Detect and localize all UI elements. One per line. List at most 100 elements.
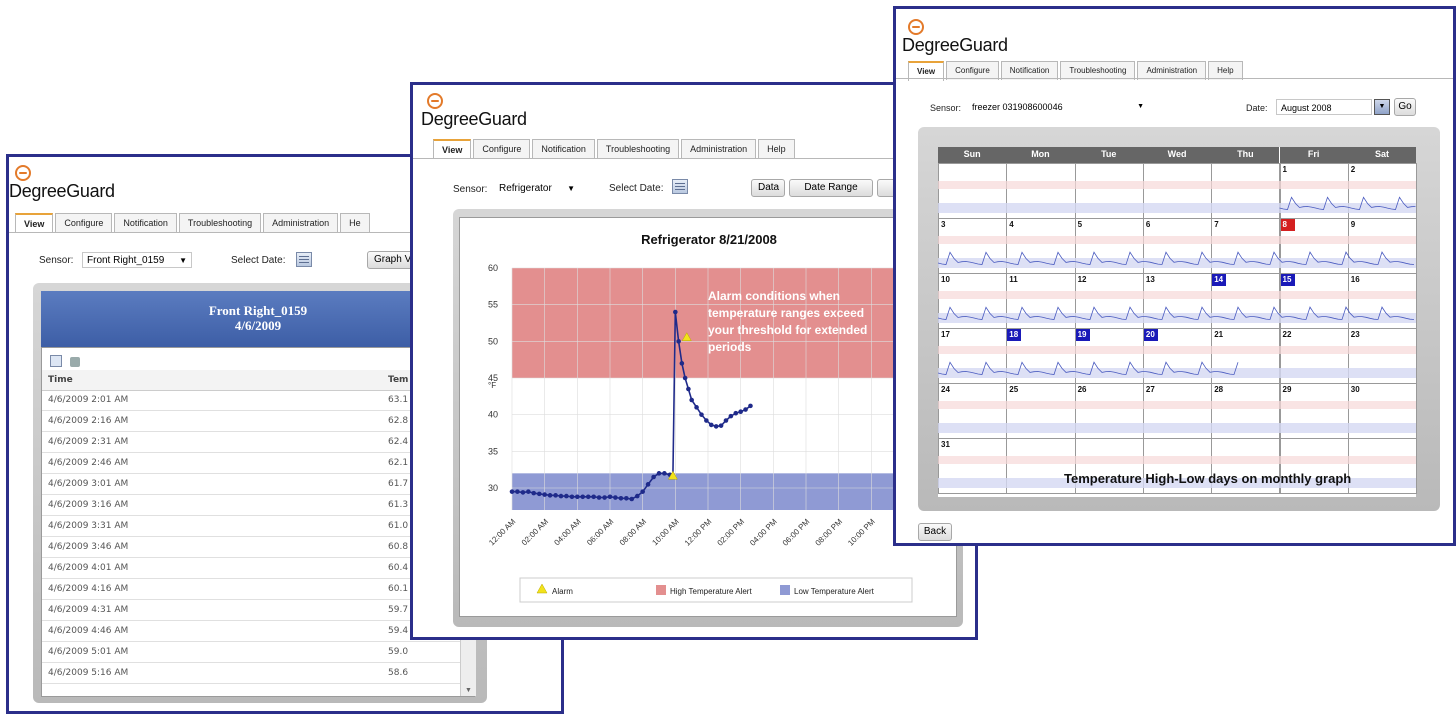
x-tick-label: 12:00 PM [683, 517, 714, 548]
data-point [738, 409, 743, 415]
row-time: 4/6/2009 5:01 AM [48, 647, 129, 657]
data-point [694, 405, 699, 410]
data-point [634, 493, 640, 499]
table-row[interactable]: 4/6/2009 2:31 AM 62.4 [42, 432, 460, 453]
x-tick-label: 08:00 PM [813, 517, 844, 548]
sensor-select[interactable]: freezer 031908600046 ▼ [968, 99, 1146, 115]
high-band [938, 236, 1416, 244]
sensor-select[interactable]: Refrigerator ▼ [495, 181, 577, 197]
row-temp: 63.1 [388, 395, 409, 405]
table-row[interactable]: 4/6/2009 2:16 AM 62.8 [42, 411, 460, 432]
export-icon[interactable] [50, 355, 62, 367]
x-tick-label: 04:00 PM [748, 517, 779, 548]
temperature-chart: Refrigerator 8/21/20083035404550556012:0… [487, 232, 913, 603]
data-point [596, 495, 602, 500]
legend-high-label: High Temperature Alert [670, 587, 752, 596]
table-row[interactable]: 4/6/2009 4:46 AM 59.4 [42, 621, 460, 642]
data-point [624, 495, 629, 501]
table-row[interactable]: 4/6/2009 2:46 AM 62.1 [42, 453, 460, 474]
annotation-text: Alarm conditions when [708, 289, 840, 303]
sensor-select[interactable]: Front Right_0159 ▼ [82, 252, 192, 268]
data-button[interactable]: Data [751, 179, 785, 197]
tab-administration[interactable]: Administration [263, 213, 339, 232]
tab-troubleshooting[interactable]: Troubleshooting [596, 139, 680, 158]
x-tick-label: 10:00 PM [846, 517, 877, 548]
row-temp: 59.7 [388, 605, 409, 615]
data-point [748, 403, 753, 409]
tab-administration[interactable]: Administration [681, 139, 757, 158]
data-point [723, 418, 729, 423]
scroll-down-icon[interactable]: ▼ [465, 687, 472, 694]
legend-alarm-label: Alarm [552, 587, 573, 596]
row-time: 4/6/2009 4:01 AM [48, 563, 129, 573]
y-tick-label: 30 [488, 483, 498, 493]
select-date-label: Select Date: [231, 255, 286, 266]
table-row[interactable]: 4/6/2009 2:01 AM 63.1 [42, 390, 460, 411]
chevron-down-icon: ▼ [567, 184, 575, 193]
data-point [575, 494, 580, 500]
col-time-header[interactable]: Time [48, 370, 73, 390]
tab-configure[interactable]: Configure [55, 213, 113, 232]
degreeguard-logo-icon [15, 165, 31, 181]
go-button[interactable]: Go [1394, 98, 1416, 116]
calendar-icon[interactable] [672, 179, 688, 194]
col-temp-header[interactable]: Tem [388, 370, 408, 390]
table-row[interactable]: 4/6/2009 5:16 AM 58.6 [42, 663, 460, 684]
calendar-icon[interactable] [296, 252, 312, 267]
data-point [536, 491, 542, 497]
toolbar [50, 354, 81, 368]
tab-notification[interactable]: Notification [532, 139, 595, 158]
tab-help[interactable]: Help [758, 139, 795, 158]
sensor-select-value: freezer 031908600046 [972, 102, 1063, 112]
row-temp: 59.0 [388, 647, 409, 657]
table-row[interactable]: 4/6/2009 3:31 AM 61.0 [42, 516, 460, 537]
month-dropdown-icon[interactable]: ▼ [1374, 99, 1390, 115]
row-time: 4/6/2009 2:46 AM [48, 458, 129, 468]
data-point [547, 493, 553, 498]
table-row[interactable]: 4/6/2009 3:46 AM 60.8 [42, 537, 460, 558]
date-range-button[interactable]: Date Range [789, 179, 873, 197]
table-row[interactable]: 4/6/2009 4:16 AM 60.1 [42, 579, 460, 600]
table-row[interactable]: 4/6/2009 5:01 AM 59.0 [42, 642, 460, 663]
tab-view[interactable]: View [433, 139, 472, 159]
data-point [676, 339, 681, 344]
chart-title: Refrigerator 8/21/2008 [641, 232, 777, 247]
calendar-panel: Sun Mon Tue Wed Thu Fri Sat 1 2 3 4 5 6 7 8 9 10 11 12 13 14… [918, 127, 1440, 511]
x-tick-label: 02:00 AM [520, 517, 551, 548]
data-point [645, 482, 651, 487]
data-point [569, 494, 575, 500]
table-row[interactable]: 4/6/2009 4:31 AM 59.7 [42, 600, 460, 621]
high-band [938, 456, 1416, 464]
data-point [728, 413, 734, 419]
select-date-label: Select Date: [609, 183, 664, 194]
row-temp: 58.6 [388, 668, 409, 678]
table-row[interactable]: 4/6/2009 3:01 AM 61.7 [42, 474, 460, 495]
month-select[interactable]: August 2008 [1276, 99, 1372, 115]
data-point [531, 490, 537, 496]
data-point [618, 495, 624, 501]
data-point [591, 494, 596, 500]
print-icon[interactable] [70, 357, 81, 367]
row-time: 4/6/2009 3:31 AM [48, 521, 129, 531]
brand-logo: DegreeGuard [9, 165, 115, 202]
back-button[interactable]: Back [918, 523, 952, 541]
data-point [718, 423, 724, 428]
row-temp: 62.4 [388, 437, 409, 447]
table-row[interactable]: 4/6/2009 3:16 AM 61.3 [42, 495, 460, 516]
tab-help[interactable]: He [340, 213, 370, 232]
tab-configure[interactable]: Configure [473, 139, 531, 158]
tab-view[interactable]: View [15, 213, 54, 233]
tab-notification[interactable]: Notification [114, 213, 177, 232]
y-tick-label: 40 [488, 410, 498, 420]
row-time: 4/6/2009 2:01 AM [48, 395, 129, 405]
data-point [679, 361, 685, 366]
tab-troubleshooting[interactable]: Troubleshooting [178, 213, 262, 232]
data-point [686, 386, 691, 392]
sensor-label: Sensor: [39, 255, 74, 266]
row-time: 4/6/2009 2:31 AM [48, 437, 129, 447]
data-point [580, 494, 586, 500]
data-point [640, 489, 645, 494]
daily-temperature-sparklines [938, 181, 1416, 488]
table-row[interactable]: 4/6/2009 4:01 AM 60.4 [42, 558, 460, 579]
chevron-down-icon: ▼ [179, 256, 187, 265]
